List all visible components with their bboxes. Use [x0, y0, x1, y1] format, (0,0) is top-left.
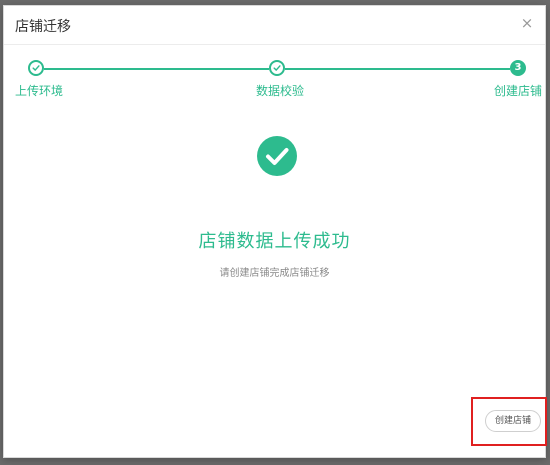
store-migration-dialog: 店铺迁移 × 上传环境 数据校验 3 创建店铺 店铺数据上传成功 请创建店铺完成… — [3, 5, 546, 458]
step-3-label: 创建店铺 — [494, 84, 543, 98]
step-2-check-icon — [269, 60, 285, 76]
create-store-button[interactable]: 创建店铺 — [485, 410, 541, 432]
dialog-title: 店铺迁移 — [15, 19, 71, 35]
step-connector-2 — [285, 68, 510, 70]
close-icon[interactable]: × — [519, 15, 535, 31]
progress-steps: 上传环境 数据校验 3 创建店铺 — [4, 56, 545, 106]
step-3-number: 3 — [510, 60, 526, 76]
check-circle-icon — [257, 136, 297, 176]
step-2-label: 数据校验 — [256, 84, 305, 98]
success-subtitle: 请创建店铺完成店铺迁移 — [219, 268, 330, 279]
step-1-label: 上传环境 — [15, 84, 64, 98]
step-connector-1 — [44, 68, 269, 70]
success-title: 店铺数据上传成功 — [198, 231, 351, 252]
dialog-header: 店铺迁移 × — [4, 6, 545, 45]
step-1-check-icon — [28, 60, 44, 76]
